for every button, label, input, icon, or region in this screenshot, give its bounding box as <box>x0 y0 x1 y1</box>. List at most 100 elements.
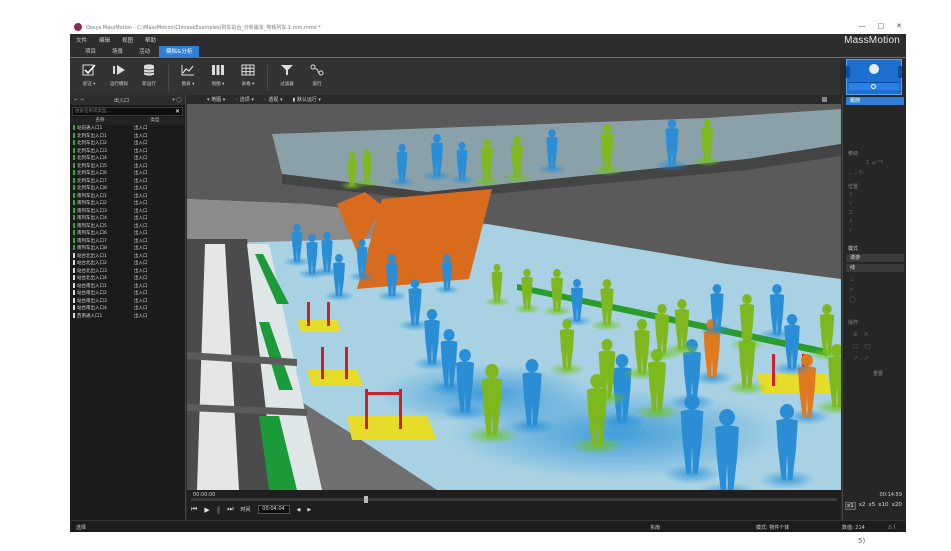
skip-start-icon[interactable]: ⏮ <box>191 505 197 514</box>
run-simulation-button[interactable]: 运行模拟 <box>106 63 132 87</box>
list-item[interactable]: 站台北出入口2 出入口 <box>70 260 185 268</box>
speed-x10-button[interactable]: x10 <box>878 502 888 510</box>
play-icon[interactable]: ▶ <box>204 506 209 514</box>
list-item[interactable]: 北列车出入口4 出入口 <box>70 155 185 163</box>
list-item[interactable]: 北列车出入口3 出入口 <box>70 147 185 156</box>
list-item[interactable]: 南列车出入口2 出入口 <box>70 200 185 208</box>
massmotion-window: Oasys MassMotion - C:\MassMotion\Chinese… <box>70 20 906 532</box>
list-item[interactable]: 南列车出入口6 出入口 <box>70 230 185 238</box>
entry-marker-icon <box>73 237 75 243</box>
pan-left-handle[interactable] <box>846 66 850 78</box>
list-item[interactable]: 站台北出入口1 出入口 <box>70 252 185 261</box>
list-item[interactable]: 北列车出入口6 出入口 <box>70 170 185 178</box>
playback-speeds: x1 x2 x5 x10 x20 <box>845 502 902 510</box>
speed-x20-button[interactable]: x20 <box>892 502 902 510</box>
line-mode-button[interactable]: 线 <box>846 264 904 272</box>
speed-x1-button[interactable]: x1 <box>845 502 856 510</box>
list-item[interactable]: 南列车出入口7 出入口 <box>70 237 185 246</box>
skip-end-icon[interactable]: ⏭ <box>227 505 233 514</box>
entry-marker-icon <box>73 192 75 198</box>
speed-x2-button[interactable]: x2 <box>859 502 866 510</box>
action-tools-icon[interactable]: ⊕ ✕ □ □ ➚ ➚ <box>853 329 870 365</box>
minimize-button[interactable]: — <box>859 22 866 30</box>
list-item[interactable]: 站台北出入口4 出入口 <box>70 275 185 283</box>
menu-view[interactable]: 视图 <box>122 36 133 44</box>
follow-button[interactable]: 跟随 <box>846 97 904 105</box>
status-icons[interactable]: △ ∣ <box>888 524 896 530</box>
list-item[interactable]: 站台北出入口3 出入口 <box>70 267 185 276</box>
tab-simulation-analysis[interactable]: 模拟&分析 <box>159 46 200 57</box>
list-item[interactable]: 北列车出入口2 出入口 <box>70 140 185 148</box>
filter-button[interactable]: 过滤器 <box>274 63 300 87</box>
walk-mode-button[interactable]: 漫游 <box>846 254 904 262</box>
zoom-knob-icon[interactable] <box>871 84 876 89</box>
tab-activity[interactable]: 活动 <box>132 46 157 57</box>
mode-tools-icon[interactable]: ⊥ ∞ ◯ <box>849 275 856 305</box>
panel-controls-icon[interactable]: ▾ ◯ <box>172 97 182 103</box>
column-name[interactable]: 名称 <box>70 117 130 125</box>
list-item[interactable]: 站台南出入口3 出入口 <box>70 297 185 306</box>
menu-file[interactable]: 文件 <box>76 36 87 44</box>
table-icon <box>240 63 256 77</box>
list-item[interactable]: 南列车出入口8 出入口 <box>70 245 185 253</box>
maximize-button[interactable]: □ <box>878 22 885 30</box>
camera-navigation-panel[interactable] <box>846 59 902 95</box>
clear-search-icon[interactable]: ✕ <box>175 108 180 115</box>
orbit-icon[interactable] <box>869 64 879 74</box>
3d-viewport[interactable] <box>187 104 841 490</box>
entry-marker-icon <box>73 132 75 138</box>
rotate-grid-icon[interactable]: ⌞ ⌟ ↻ <box>849 169 863 176</box>
options-dropdown[interactable]: ◦ 选项 ▾ <box>235 96 254 103</box>
journey-button[interactable]: 旅行 <box>304 63 330 87</box>
tables-button[interactable]: 表格 ▾ <box>235 63 261 87</box>
list-item[interactable]: 北列车出入口5 出入口 <box>70 162 185 171</box>
list-item[interactable]: 站前通入口1 出入口 <box>70 125 185 133</box>
list-item[interactable]: 南列车出入口5 出入口 <box>70 222 185 231</box>
new-run-button[interactable]: 新运行 <box>136 63 162 87</box>
list-item[interactable]: 南列车出入口1 出入口 <box>70 192 185 201</box>
column-type[interactable]: 类型 <box>130 117 180 125</box>
speed-x5-button[interactable]: x5 <box>869 502 876 510</box>
maximize-view-icon[interactable] <box>822 97 827 102</box>
list-item[interactable]: 北列车出入口8 出入口 <box>70 185 185 193</box>
entry-marker-icon <box>73 230 75 235</box>
list-item[interactable]: 站台南出入口4 出入口 <box>70 305 185 313</box>
default-run-dropdown[interactable]: ▮ 默认运行 ▾ <box>292 96 320 103</box>
list-item[interactable]: 站台南出入口1 出入口 <box>70 282 185 291</box>
list-item[interactable]: 南列车出入口3 出入口 <box>70 207 185 216</box>
verify-button[interactable]: 验证 ▾ <box>76 63 102 87</box>
search-input[interactable]: 搜索名称或类型... ✕ <box>72 107 183 116</box>
menu-edit[interactable]: 编辑 <box>99 36 110 44</box>
zoom-bar[interactable] <box>849 82 899 90</box>
close-button[interactable]: ✕ <box>896 22 902 30</box>
list-item[interactable]: 西南通入口1 出入口 <box>70 312 185 321</box>
object-list-panel: ← → 出入口 ▾ ◯ 搜索名称或类型... ✕ 名称 类型 站前通入口1 出入口… <box>70 95 186 520</box>
step-forward-icon[interactable]: ▶ <box>307 507 311 513</box>
app-logo-icon <box>74 23 82 31</box>
reset-button[interactable]: 重置 <box>873 370 883 377</box>
position-fields[interactable]: XYZXY <box>849 191 852 236</box>
menu-help[interactable]: 帮助 <box>145 36 156 44</box>
map-dropdown[interactable]: ▾ 地图 ▾ <box>207 96 225 103</box>
maps-button[interactable]: 地图 ▾ <box>205 63 231 87</box>
current-time-field[interactable]: 00:04:04 <box>257 505 290 514</box>
move-grid-icon[interactable]: ↕ ⥂ ↷ <box>865 159 884 167</box>
step-back-icon[interactable]: ◀ <box>297 507 301 513</box>
list-item[interactable]: 站台南出入口2 出入口 <box>70 290 185 298</box>
list-item[interactable]: 北列车出入口1 出入口 <box>70 132 185 141</box>
pause-icon[interactable]: ‖ <box>217 506 221 514</box>
ribbon-tabs: 项目 场景 活动 模拟&分析 <box>70 46 906 58</box>
timeline-knob[interactable] <box>364 496 369 503</box>
simulation-scene[interactable] <box>187 104 841 490</box>
status-bar: 选择 东南 模式: 物件个体 数值: 214 △ ∣ <box>70 520 906 532</box>
list-item[interactable]: 北列车出入口7 出入口 <box>70 177 185 186</box>
line-chart-icon <box>180 63 196 77</box>
perspective-dropdown[interactable]: ◦ 透视 ▾ <box>264 96 283 103</box>
pan-right-handle[interactable] <box>898 66 902 78</box>
tab-scene[interactable]: 场景 <box>105 46 130 57</box>
tab-project[interactable]: 项目 <box>78 46 103 57</box>
charts-button[interactable]: 图表 ▾ <box>175 63 201 87</box>
list-item[interactable]: 南列车出入口4 出入口 <box>70 215 185 223</box>
nav-arrows-icon[interactable]: ← → <box>74 97 84 103</box>
timeline-slider[interactable] <box>191 496 837 503</box>
